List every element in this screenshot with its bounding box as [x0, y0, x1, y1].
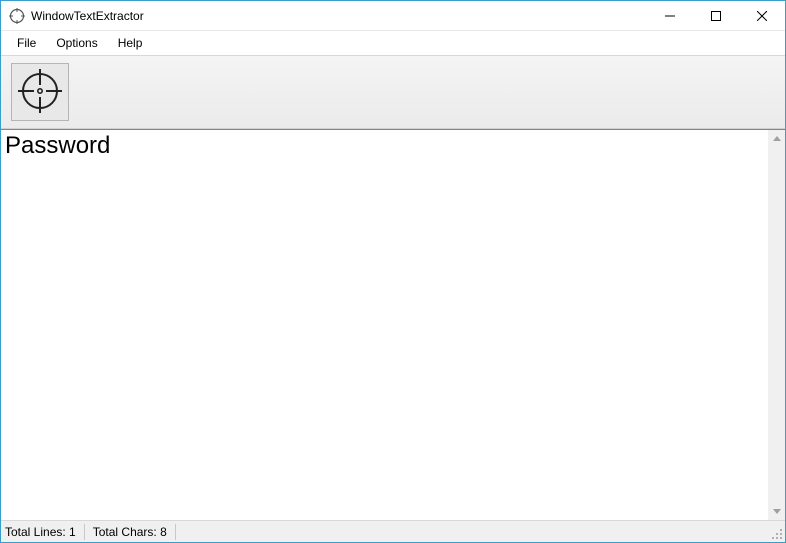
titlebar: WindowTextExtractor	[1, 1, 785, 31]
scroll-down-arrow[interactable]	[768, 503, 785, 520]
minimize-button[interactable]	[647, 1, 693, 30]
finder-crosshair-button[interactable]	[11, 63, 69, 121]
content-area	[1, 129, 785, 520]
status-total-chars: Total Chars: 8	[85, 524, 176, 540]
maximize-button[interactable]	[693, 1, 739, 30]
window-title: WindowTextExtractor	[31, 9, 647, 23]
vertical-scrollbar[interactable]	[768, 130, 785, 520]
crosshair-icon	[18, 69, 62, 116]
statusbar: Total Lines: 1 Total Chars: 8	[1, 520, 785, 542]
window-controls	[647, 1, 785, 30]
menu-help[interactable]: Help	[108, 33, 153, 53]
status-total-lines: Total Lines: 1	[1, 524, 85, 540]
extracted-text-area[interactable]	[1, 130, 768, 520]
total-chars-value: 8	[160, 525, 167, 539]
menu-options[interactable]: Options	[46, 33, 107, 53]
size-grip-icon[interactable]	[771, 528, 783, 540]
total-lines-label: Total Lines:	[5, 525, 66, 539]
scroll-up-arrow[interactable]	[768, 130, 785, 147]
menubar: File Options Help	[1, 31, 785, 55]
close-button[interactable]	[739, 1, 785, 30]
total-chars-label: Total Chars:	[93, 525, 157, 539]
menu-file[interactable]: File	[7, 33, 46, 53]
total-lines-value: 1	[69, 525, 76, 539]
toolbar	[1, 55, 785, 129]
app-icon	[9, 8, 25, 24]
scroll-track[interactable]	[768, 147, 785, 503]
